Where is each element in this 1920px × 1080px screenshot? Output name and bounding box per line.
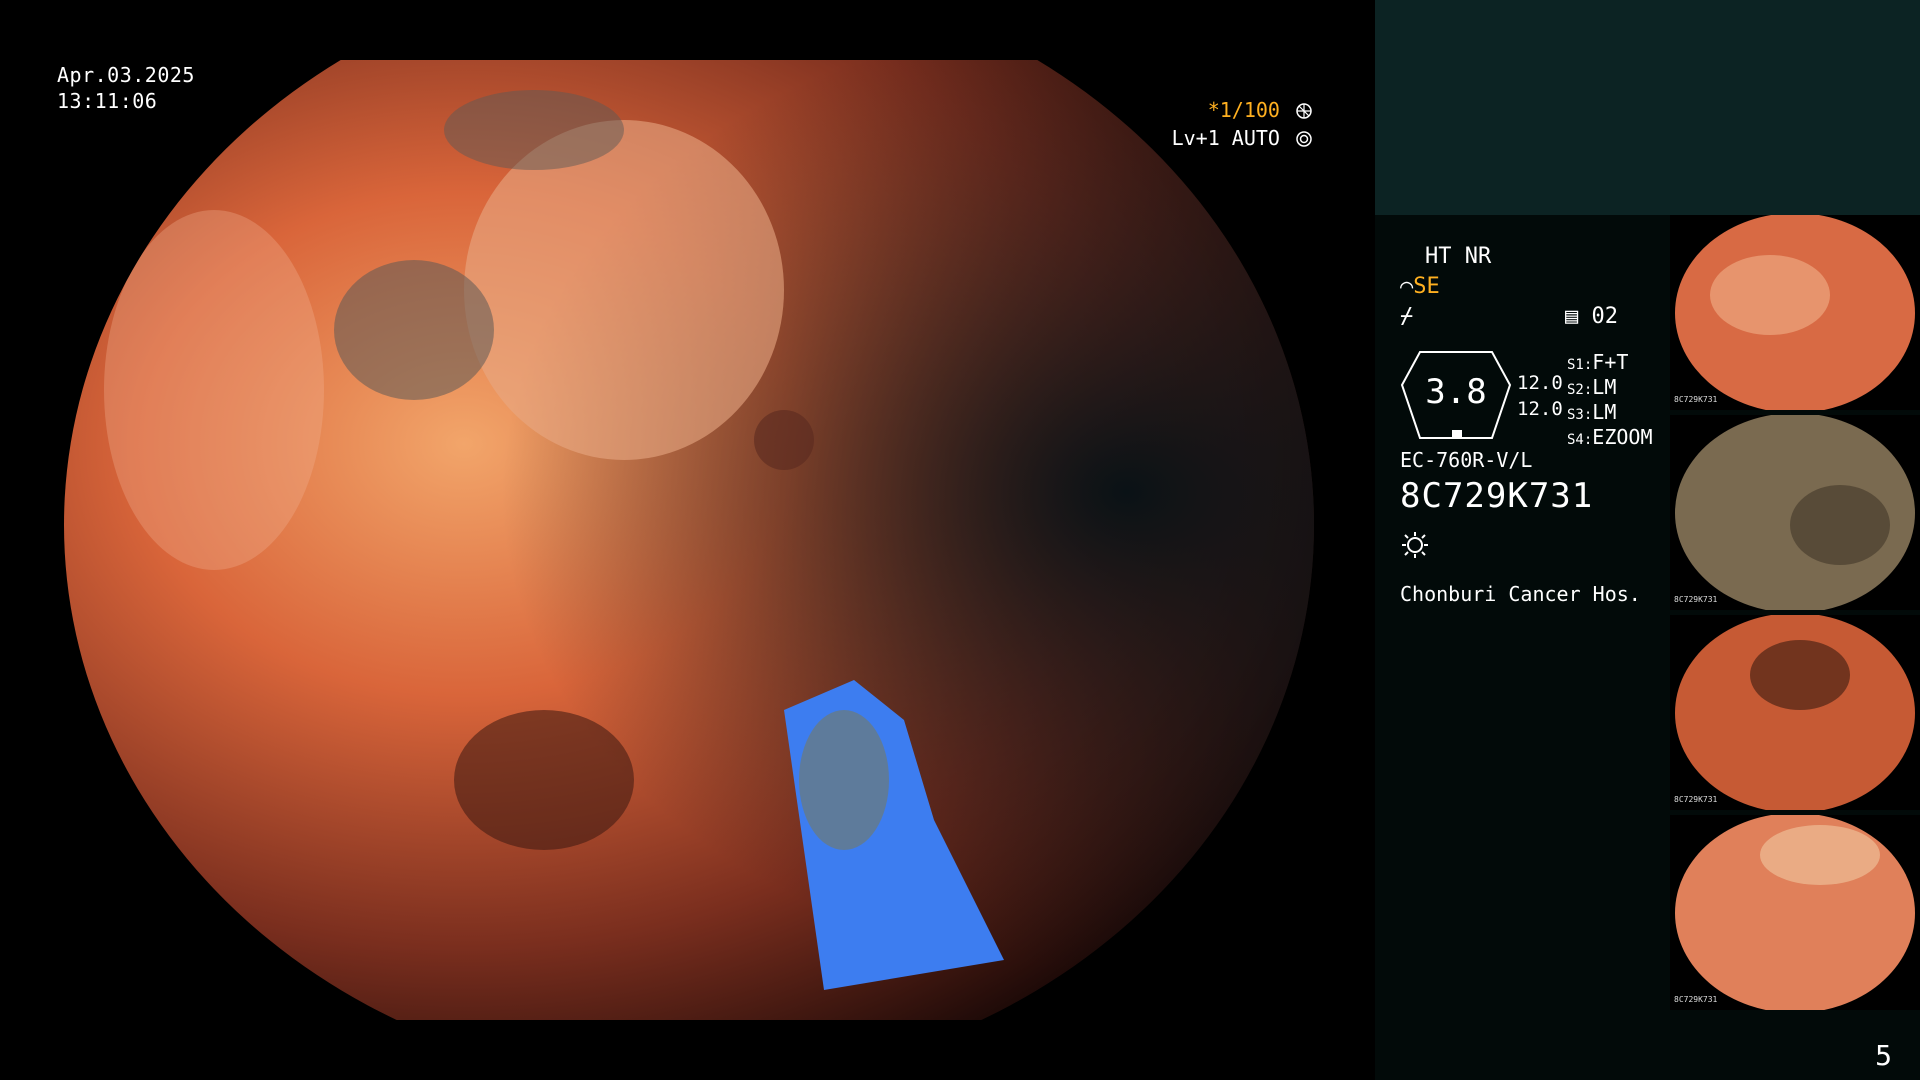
thumbnail-2-label: 8C729K731: [1674, 595, 1718, 604]
thumbnail-1[interactable]: 8C729K731: [1670, 215, 1920, 410]
s2-value: LM: [1592, 375, 1617, 399]
s1-key: S1:: [1567, 357, 1593, 373]
s1-value: F+T: [1592, 350, 1629, 374]
color-mode-icon: ⌿: [1400, 304, 1414, 329]
thumbnail-4-label: 8C729K731: [1674, 995, 1718, 1004]
thumbnail-1-label: 8C729K731: [1674, 395, 1718, 404]
aperture-icon: [1296, 103, 1312, 119]
scope-serial: 8C729K731: [1400, 476, 1594, 516]
setting-s3: S3:LM: [1567, 400, 1616, 424]
thumbnail-4[interactable]: 8C729K731: [1670, 815, 1920, 1010]
s3-value: LM: [1592, 400, 1617, 424]
endoscope-view: Apr.03.2025 13:11:06 *1/100 Lv+1 AUTO: [0, 0, 1375, 1080]
thumbnail-2[interactable]: 8C729K731: [1670, 415, 1920, 610]
endoscopy-image: [64, 60, 1314, 1020]
shutter-speed: *1/100: [1208, 98, 1313, 122]
structure-enhance: ⌒SE: [1400, 274, 1440, 299]
shutter-value: *1/100: [1207, 98, 1280, 122]
thumbnail-3-label: 8C729K731: [1674, 795, 1718, 804]
scope-model: EC-760R-V/L: [1400, 448, 1533, 472]
thumbnail-1-image: [1675, 215, 1915, 410]
thumbnail-3[interactable]: 8C729K731: [1670, 615, 1920, 810]
enhance-icon: ⌒: [1400, 274, 1414, 299]
channel-value: 02: [1591, 304, 1619, 329]
channel-indicator: ▤ 02: [1565, 304, 1618, 329]
time: 13:11:06: [57, 89, 158, 113]
s3-key: S3:: [1567, 407, 1593, 423]
channel-icon: ▤: [1565, 304, 1579, 329]
brightness-level: Lv+1 AUTO: [1172, 126, 1313, 150]
setting-s4: S4:EZOOM: [1567, 425, 1653, 449]
zoom-value: 3.8: [1425, 372, 1487, 412]
hospital-name: Chonburi Cancer Hos.: [1400, 582, 1641, 606]
captured-thumbnails: 8C729K731 8C729K731 8C729K731 8C729K731: [1670, 215, 1920, 1015]
mode-flags: HT NR: [1425, 244, 1492, 269]
page-number: 5: [1875, 1039, 1892, 1072]
thumbnail-4-image: [1675, 815, 1915, 1010]
level-value: Lv+1 AUTO: [1171, 126, 1280, 150]
se-label: SE: [1413, 274, 1440, 299]
setting-s1: S1:F+T: [1567, 350, 1628, 374]
value-2: 12.0: [1517, 398, 1563, 420]
date: Apr.03.2025: [57, 63, 195, 87]
thumbnail-3-image: [1675, 615, 1915, 810]
thumbnail-2-image: [1675, 415, 1915, 610]
setting-s2: S2:LM: [1567, 375, 1616, 399]
s4-key: S4:: [1567, 432, 1593, 448]
value-1: 12.0: [1517, 372, 1563, 394]
s4-value: EZOOM: [1592, 425, 1653, 449]
date-time-display: Apr.03.2025 13:11:06: [57, 62, 195, 114]
light-source-icon: [1402, 532, 1428, 558]
s2-key: S2:: [1567, 382, 1593, 398]
panel-header-area: [1375, 0, 1920, 215]
iris-icon: [1296, 131, 1312, 147]
